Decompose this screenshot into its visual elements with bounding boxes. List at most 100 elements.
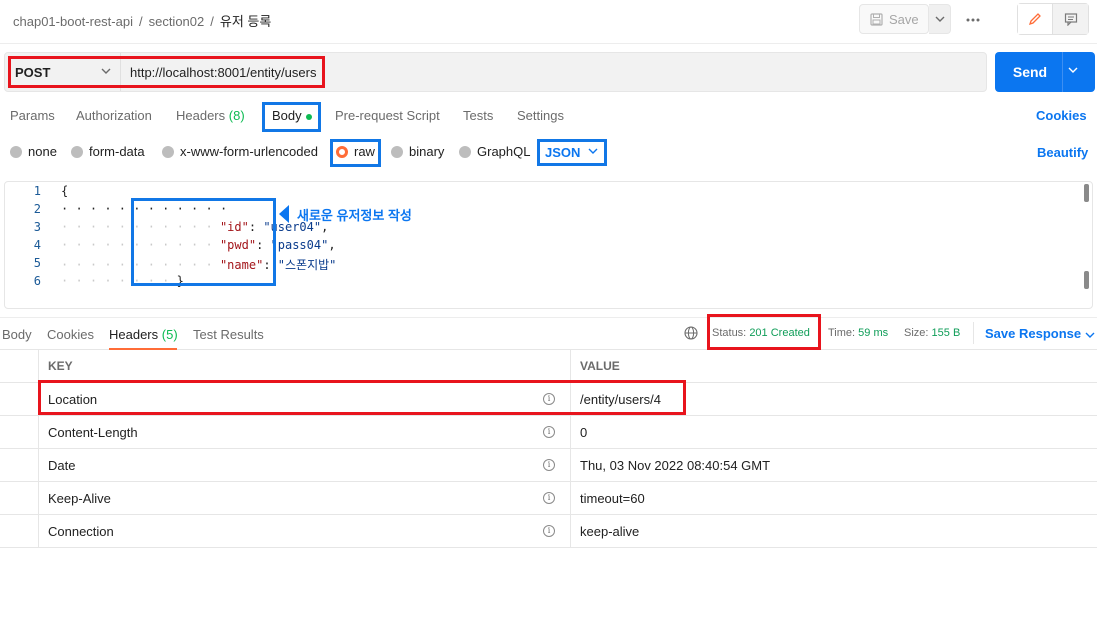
comment-icon — [1064, 13, 1077, 26]
size-value: 155 B — [931, 327, 961, 339]
response-time[interactable]: Time: 59 ms — [828, 327, 888, 339]
radio-button — [391, 145, 403, 158]
edit-mode-button[interactable] — [1018, 4, 1053, 34]
time-value: 59 ms — [858, 327, 889, 339]
send-button[interactable]: Send — [995, 52, 1095, 92]
breadcrumb: chap01-boot-rest-api / section02 / 유저 등록 — [13, 11, 271, 30]
pencil-icon — [1028, 13, 1041, 26]
beautify-link[interactable]: Beautify — [1037, 145, 1088, 160]
json-value: "pass04" — [270, 238, 329, 252]
line-number: 1 — [33, 184, 41, 198]
highlight-box-status — [707, 314, 821, 350]
radio-button — [162, 145, 174, 158]
more-horizontal-icon[interactable] — [966, 9, 980, 25]
tab-response-headers-count: (5) — [161, 327, 178, 342]
tab-authorization[interactable]: Authorization — [76, 108, 152, 123]
line-number: 4 — [33, 238, 41, 252]
tab-response-headers-label: Headers — [109, 327, 159, 342]
line-number: 6 — [33, 274, 41, 288]
body-type-label: GraphQL — [477, 144, 531, 159]
view-toggle — [1017, 3, 1089, 35]
tab-tests[interactable]: Tests — [463, 108, 493, 123]
chevron-down-icon — [1085, 332, 1095, 338]
annotation-text: 새로운 유저정보 작성 — [297, 208, 412, 223]
body-type-form-data[interactable]: form-data — [71, 144, 145, 159]
open-brace: { — [61, 184, 69, 198]
tab-response-body[interactable]: Body — [2, 327, 32, 342]
info-icon[interactable]: i — [543, 426, 555, 438]
save-icon — [870, 12, 883, 26]
request-tabs: Params Authorization Headers (8) Body Pr… — [0, 100, 1097, 132]
header-value: timeout=60 — [580, 491, 645, 506]
size-label: Size: — [904, 327, 929, 339]
highlight-box-raw — [330, 139, 381, 167]
column-header-value: VALUE — [580, 359, 620, 373]
divider — [1062, 52, 1063, 92]
radio-button — [71, 145, 83, 158]
cookies-link[interactable]: Cookies — [1036, 108, 1087, 123]
chevron-down-icon[interactable] — [1068, 64, 1078, 76]
body-type-none[interactable]: none — [10, 144, 57, 159]
save-label: Save — [889, 11, 919, 27]
table-row: Connection i keep-alive — [0, 515, 1097, 548]
body-type-graphql[interactable]: GraphQL — [459, 144, 530, 159]
header-value: keep-alive — [580, 524, 640, 539]
info-icon[interactable]: i — [543, 459, 555, 471]
highlight-box-json — [537, 139, 607, 166]
header-value: 0 — [580, 425, 588, 440]
editor-scrollbar[interactable] — [1084, 271, 1089, 289]
highlight-box-json-body — [131, 198, 276, 286]
annotation-arrow-icon — [279, 205, 289, 223]
tab-response-headers[interactable]: Headers (5) — [109, 327, 178, 342]
code-text: { — [61, 184, 68, 198]
comments-button[interactable] — [1053, 4, 1088, 34]
header-key: Connection — [48, 524, 114, 539]
tab-pre-request-script[interactable]: Pre-request Script — [335, 108, 440, 123]
breadcrumb-separator: / — [210, 14, 214, 29]
breadcrumb-folder[interactable]: section02 — [149, 14, 205, 29]
tab-response-cookies[interactable]: Cookies — [47, 327, 94, 342]
tab-headers-label: Headers — [176, 108, 226, 123]
header-key: Content-Length — [48, 425, 138, 440]
send-label: Send — [1012, 64, 1048, 80]
body-type-urlencoded[interactable]: x-www-form-urlencoded — [162, 144, 318, 159]
header-value: Thu, 03 Nov 2022 08:40:54 GMT — [580, 458, 771, 473]
highlight-box-location — [38, 380, 686, 415]
header-key: Keep-Alive — [48, 491, 111, 506]
info-icon[interactable]: i — [543, 492, 555, 504]
tab-params[interactable]: Params — [10, 108, 55, 123]
line-number: 3 — [33, 220, 41, 234]
breadcrumb-collection[interactable]: chap01-boot-rest-api — [13, 14, 133, 29]
table-row: Date i Thu, 03 Nov 2022 08:40:54 GMT — [0, 449, 1097, 482]
body-type-label: x-www-form-urlencoded — [180, 144, 318, 159]
save-response-button[interactable]: Save Response — [985, 326, 1095, 341]
line-number: 2 — [33, 202, 41, 216]
line-number: 5 — [33, 256, 41, 270]
breadcrumb-separator: / — [138, 14, 143, 29]
save-options-button[interactable] — [929, 4, 951, 34]
body-type-label: form-data — [89, 144, 145, 159]
highlight-box-method-url — [8, 56, 325, 88]
tab-headers[interactable]: Headers (8) — [176, 108, 245, 123]
table-row: Content-Length i 0 — [0, 416, 1097, 449]
info-icon[interactable]: i — [543, 525, 555, 537]
body-type-binary[interactable]: binary — [391, 144, 444, 159]
table-row: Keep-Alive i timeout=60 — [0, 482, 1097, 515]
body-type-label: none — [28, 144, 57, 159]
divider — [973, 322, 974, 344]
save-button[interactable]: Save — [859, 4, 929, 34]
top-bar: chap01-boot-rest-api / section02 / 유저 등록 Sav… — [0, 0, 1097, 44]
tab-headers-count: (8) — [228, 108, 245, 123]
globe-icon[interactable] — [684, 326, 698, 343]
response-size[interactable]: Size: 155 B — [904, 327, 960, 339]
save-response-label: Save Response — [985, 326, 1082, 341]
radio-button — [10, 145, 22, 158]
breadcrumb-request-name[interactable]: 유저 등록 — [220, 14, 271, 29]
tab-test-results[interactable]: Test Results — [193, 327, 264, 342]
column-header-key: KEY — [48, 359, 73, 373]
time-label: Time: — [828, 327, 856, 339]
tab-settings[interactable]: Settings — [517, 108, 564, 123]
editor-scrollbar[interactable] — [1084, 184, 1089, 202]
table-header-row: KEY VALUE — [0, 350, 1097, 383]
chevron-down-icon — [935, 16, 944, 22]
